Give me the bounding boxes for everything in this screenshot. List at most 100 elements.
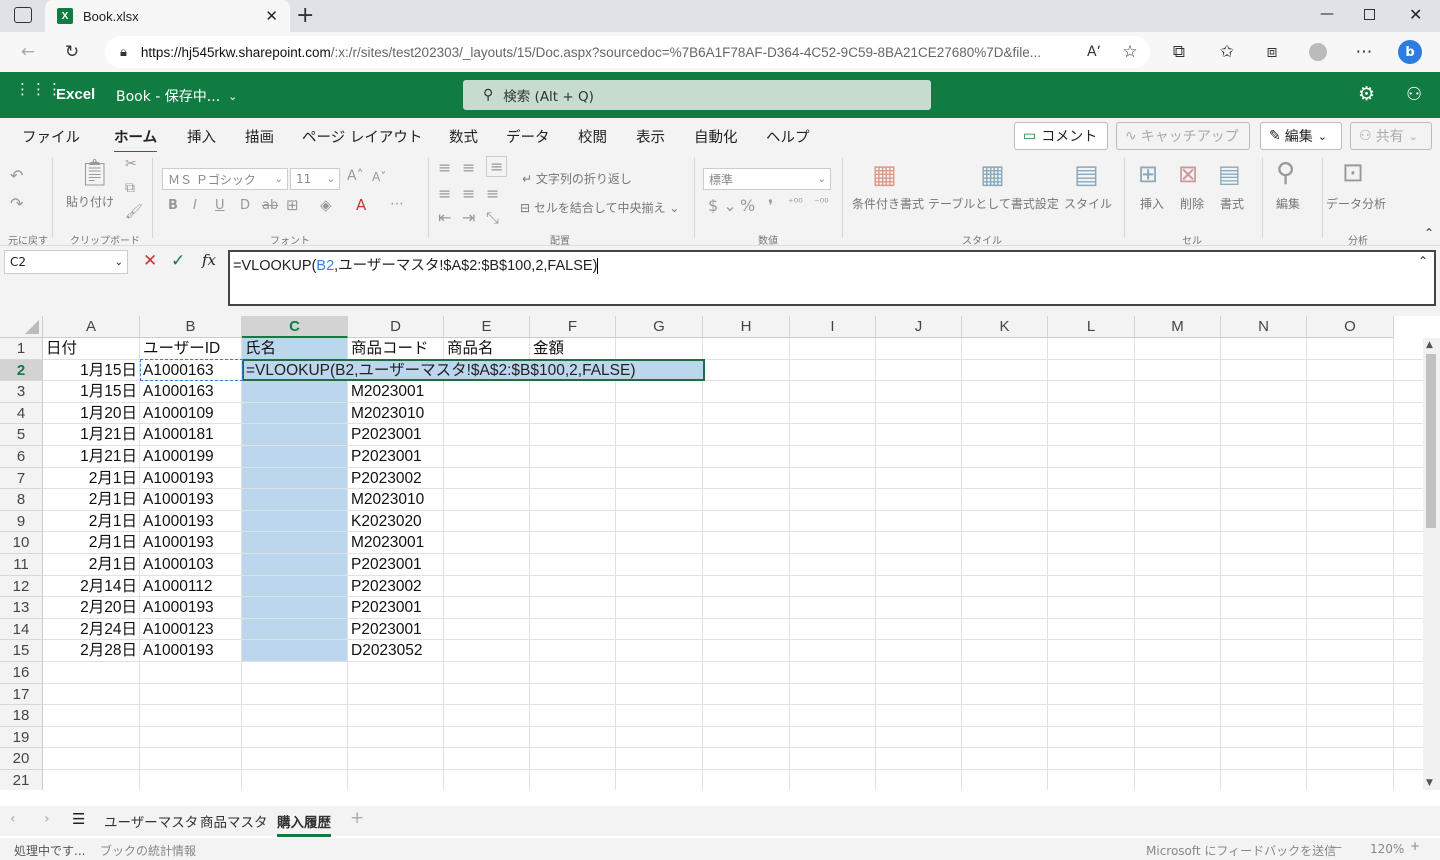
number-format-combo[interactable]: 標準 ⌄ xyxy=(703,168,831,190)
header-cell[interactable]: 金額 xyxy=(530,338,616,359)
tab-formulas[interactable]: 数式 xyxy=(449,126,478,147)
decrease-decimal-icon[interactable]: ⁻⁰⁰ xyxy=(814,196,829,209)
shrink-font-icon[interactable]: A˅ xyxy=(372,170,386,184)
column-header-e[interactable]: E xyxy=(444,316,530,338)
column-header-k[interactable]: K xyxy=(962,316,1048,338)
row-header-9[interactable]: 9 xyxy=(0,510,43,533)
font-size-combo[interactable]: 11 ⌄ xyxy=(290,168,340,190)
column-header-m[interactable]: M xyxy=(1135,316,1221,338)
select-all-corner[interactable] xyxy=(0,316,43,338)
scroll-up-icon[interactable]: ▲ xyxy=(1426,340,1433,350)
align-left-icon[interactable]: ≡ xyxy=(438,184,451,203)
close-tab-icon[interactable]: ✕ xyxy=(265,7,278,25)
undo-icon[interactable]: ↶ xyxy=(10,166,23,185)
settings-icon[interactable]: ⚙ xyxy=(1358,83,1375,105)
user-id-cell[interactable]: A1000193 xyxy=(140,532,242,553)
row-header-21[interactable]: 21 xyxy=(0,770,43,790)
comment-button[interactable]: ▭ コメント xyxy=(1014,122,1108,150)
row-header-19[interactable]: 19 xyxy=(0,726,43,749)
user-id-cell[interactable]: A1000103 xyxy=(140,554,242,575)
sheet-tab-user-master[interactable]: ユーザーマスタ xyxy=(104,811,198,831)
align-middle-icon[interactable]: ≡ xyxy=(462,158,475,177)
user-id-cell[interactable]: A1000193 xyxy=(140,489,242,510)
url-field[interactable]: 🔒︎ https://hj545rkw.sharepoint.com/:x:/r… xyxy=(105,36,1150,68)
italic-icon[interactable]: I xyxy=(193,198,197,213)
user-id-cell[interactable]: A1000123 xyxy=(140,619,242,640)
product-code-cell[interactable]: M2023001 xyxy=(348,381,444,402)
column-header-a[interactable]: A xyxy=(43,316,140,338)
conditional-format-icon[interactable]: ▦ xyxy=(872,160,897,190)
row-header-8[interactable]: 8 xyxy=(0,489,43,511)
underline-icon[interactable]: U xyxy=(215,198,225,213)
table-format-icon[interactable]: ▦ xyxy=(980,160,1005,190)
indent-decrease-icon[interactable]: ⇤ xyxy=(438,208,451,227)
account-icon[interactable]: ⚇ xyxy=(1406,84,1422,105)
share-button[interactable]: ⚇ 共有 ⌄ xyxy=(1350,122,1432,150)
row-header-13[interactable]: 13 xyxy=(0,597,43,619)
sheet-tab-product-master[interactable]: 商品マスタ xyxy=(200,811,268,831)
zoom-in-icon[interactable]: + xyxy=(1410,839,1420,853)
add-sheet-icon[interactable]: + xyxy=(350,808,364,828)
column-header-i[interactable]: I xyxy=(790,316,876,338)
user-id-cell[interactable]: A1000112 xyxy=(140,576,242,597)
tab-actions-icon[interactable] xyxy=(14,7,32,23)
name-box[interactable]: C2 ⌄ xyxy=(4,250,128,274)
format-cells-label[interactable]: 書式 xyxy=(1220,195,1244,212)
user-id-cell[interactable]: A1000193 xyxy=(140,597,242,618)
data-analysis-icon[interactable]: ⊡ xyxy=(1342,158,1364,188)
copy-icon[interactable]: ⧉ xyxy=(125,180,135,196)
data-analysis-label[interactable]: データ分析 xyxy=(1326,195,1386,212)
row-header-20[interactable]: 20 xyxy=(0,748,43,771)
minimize-icon[interactable]: — xyxy=(1320,6,1334,22)
product-code-cell[interactable]: M2023001 xyxy=(348,532,444,553)
column-header-j[interactable]: J xyxy=(876,316,962,338)
date-cell[interactable]: 2月14日 xyxy=(43,576,140,597)
tab-page-layout[interactable]: ページ レイアウト xyxy=(302,126,422,147)
cancel-icon[interactable]: ✕ xyxy=(143,251,157,271)
vertical-scrollbar[interactable]: ▲ ▼ xyxy=(1423,338,1440,790)
product-code-cell[interactable]: P2023002 xyxy=(348,468,444,489)
user-id-cell[interactable]: A1000193 xyxy=(140,468,242,489)
row-header-2[interactable]: 2 xyxy=(0,359,43,382)
row-header-15[interactable]: 15 xyxy=(0,640,43,663)
header-cell[interactable]: 商品コード xyxy=(348,338,444,359)
cell-styles-label[interactable]: スタイル xyxy=(1064,195,1112,212)
font-color-icon[interactable]: A xyxy=(356,196,366,214)
table-format-label[interactable]: テーブルとして書式設定 xyxy=(928,195,1059,212)
product-code-cell[interactable]: P2023002 xyxy=(348,576,444,597)
row-header-3[interactable]: 3 xyxy=(0,381,43,403)
more-icon[interactable]: ⋯ xyxy=(1352,40,1376,64)
workbook-stats[interactable]: ブックの統計情報 xyxy=(100,842,196,859)
format-cells-icon[interactable]: ▤ xyxy=(1218,160,1241,188)
sheet-tab-purchase-history[interactable]: 購入履歴 xyxy=(277,811,331,837)
insert-function-icon[interactable]: fx xyxy=(202,251,216,269)
date-cell[interactable]: 2月1日 xyxy=(43,511,140,532)
row-header-17[interactable]: 17 xyxy=(0,683,43,706)
product-code-cell[interactable]: P2023001 xyxy=(348,597,444,618)
date-cell[interactable]: 1月21日 xyxy=(43,424,140,445)
zoom-out-icon[interactable]: — xyxy=(1330,840,1342,854)
prev-sheet-icon[interactable]: ‹ xyxy=(10,811,16,827)
row-header-7[interactable]: 7 xyxy=(0,467,43,490)
delete-cells-label[interactable]: 削除 xyxy=(1180,195,1204,212)
vertical-scroll-thumb[interactable] xyxy=(1426,354,1436,528)
tab-view[interactable]: 表示 xyxy=(636,126,665,147)
increase-decimal-icon[interactable]: ⁺⁰⁰ xyxy=(788,196,803,209)
currency-icon[interactable]: $ ⌄ xyxy=(708,196,737,215)
search-box[interactable]: ⚲ 検索 (Alt + Q) xyxy=(463,80,931,110)
user-id-cell[interactable]: A1000163 xyxy=(140,381,242,402)
editing-label[interactable]: 編集 xyxy=(1276,195,1300,212)
conditional-format-label[interactable]: 条件付き書式 xyxy=(852,195,924,212)
row-header-5[interactable]: 5 xyxy=(0,424,43,447)
align-top-icon[interactable]: ≡ xyxy=(438,158,451,177)
user-id-cell[interactable]: A1000193 xyxy=(140,511,242,532)
product-code-cell[interactable]: P2023001 xyxy=(348,619,444,640)
browser-tab[interactable]: X Book.xlsx ✕ xyxy=(45,0,290,32)
profile-icon[interactable] xyxy=(1306,40,1330,64)
user-id-cell[interactable]: A1000109 xyxy=(140,403,242,424)
product-code-cell[interactable]: D2023052 xyxy=(348,640,444,661)
insert-cells-icon[interactable]: ⊞ xyxy=(1138,160,1158,188)
date-cell[interactable]: 2月1日 xyxy=(43,489,140,510)
tab-file[interactable]: ファイル xyxy=(22,126,80,147)
back-icon[interactable]: ← xyxy=(16,40,40,64)
